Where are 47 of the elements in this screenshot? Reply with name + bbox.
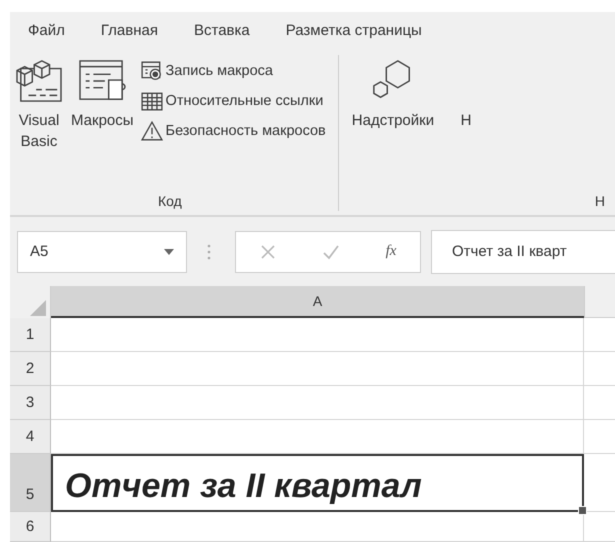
cell[interactable]: [51, 386, 584, 420]
insert-function-button[interactable]: fx: [386, 243, 396, 260]
row-header[interactable]: 1: [10, 318, 51, 352]
cell[interactable]: [51, 318, 584, 352]
cell[interactable]: Отчет за II квартал: [51, 454, 584, 512]
checkmark-icon[interactable]: [322, 244, 339, 260]
row-header[interactable]: 2: [10, 352, 51, 386]
ribbon-tab[interactable]: Разметка страницы: [282, 20, 426, 42]
row-header[interactable]: 3: [10, 386, 51, 420]
group-label: Н: [594, 193, 605, 212]
drag-handle-icon[interactable]: [207, 244, 211, 260]
ribbon-button[interactable]: Visual Basic: [12, 55, 66, 194]
ribbon-button[interactable]: Надстройки: [348, 55, 438, 194]
row-header[interactable]: 5: [10, 454, 51, 512]
cell[interactable]: [584, 420, 615, 454]
record-macro-icon: [140, 61, 163, 82]
ribbon-button[interactable]: Н: [439, 55, 494, 194]
table-grid-icon: [140, 91, 163, 112]
ribbon-button[interactable]: Запись макроса: [138, 59, 328, 84]
column-header[interactable]: A: [51, 286, 584, 318]
corner-triangle-icon: [30, 300, 46, 316]
cell[interactable]: [584, 386, 615, 420]
ribbon-tab[interactable]: Главная: [96, 20, 162, 42]
ribbon-tab[interactable]: Вставка: [190, 20, 254, 42]
ribbon-button[interactable]: Макросы: [68, 55, 137, 194]
row-header[interactable]: 6: [10, 512, 51, 542]
dropdown-icon: [164, 248, 174, 254]
cell[interactable]: [51, 512, 584, 542]
name-box[interactable]: A5: [17, 230, 187, 272]
formula-input[interactable]: Отчет за II кварт: [431, 230, 615, 274]
cell[interactable]: [584, 352, 615, 386]
row-header[interactable]: 4: [10, 420, 51, 454]
ribbon-button[interactable]: Относительные ссылки: [138, 89, 328, 114]
group-label: Код: [158, 193, 182, 212]
cell[interactable]: [584, 454, 615, 512]
cubes-form-icon: [15, 59, 63, 104]
cell[interactable]: [51, 420, 584, 454]
ribbon-tab[interactable]: Файл: [24, 20, 69, 42]
cell[interactable]: [51, 352, 584, 386]
column-header[interactable]: [584, 286, 615, 318]
ribbon-button[interactable]: Безопасность макросов: [138, 119, 328, 144]
cell-text: Отчет за II квартал: [64, 467, 422, 507]
warning-icon: [140, 121, 163, 142]
fill-handle[interactable]: [578, 506, 587, 515]
cell[interactable]: [584, 512, 615, 542]
cancel-icon[interactable]: [260, 244, 276, 260]
cell[interactable]: [584, 318, 615, 352]
